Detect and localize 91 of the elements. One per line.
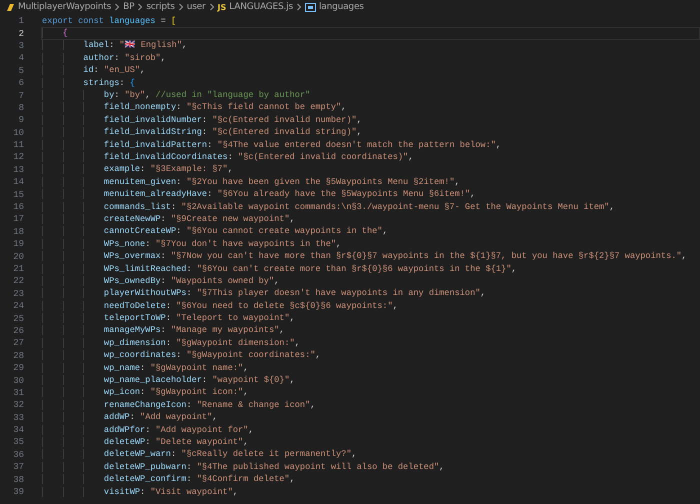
- line-number: 4: [18, 53, 24, 64]
- code-line: wp_dimension: "§gWaypoint dimension:",: [41, 336, 700, 350]
- line-number: 11: [12, 140, 24, 150]
- line-number: 35: [12, 437, 24, 448]
- file-type-label: JS: [218, 2, 226, 12]
- line-number: 7: [18, 90, 24, 101]
- line-number: 31: [12, 388, 24, 398]
- code-line: createNewWP: "§9Create new waypoint",: [41, 212, 700, 226]
- code-line: menuitem_alreadyHave: "§6You already have the §5Waypoints Menu §6item!",: [41, 188, 700, 202]
- line-number: 34: [12, 425, 24, 436]
- code-line: WPs_overmax: "§7Now you can't have more than §r${0}§7 waypoints in the ${1}§7, but you have §r${2}§7 waypoints.",: [41, 250, 700, 264]
- code-line: WPs_ownedBy: "Waypoints owned by",: [41, 274, 700, 288]
- line-number: 5: [18, 66, 24, 76]
- line-number: 36: [12, 450, 24, 460]
- breadcrumb-item[interactable]: BP: [123, 2, 134, 12]
- code-line: example: "§3Example: §7",: [41, 163, 700, 176]
- code-line: export const languages = [: [41, 14, 178, 28]
- code-line: renameChangeIcon: "Rename & change icon",: [41, 398, 700, 412]
- chevron-right-icon: [137, 3, 144, 11]
- folder-icon: [6, 2, 15, 12]
- breadcrumb-item[interactable]: LANGUAGES.js: [229, 2, 293, 12]
- line-number: 32: [12, 400, 24, 410]
- variable-icon: [304, 2, 316, 12]
- line-number: 26: [12, 326, 24, 336]
- code-line: manageMyWPs: "Manage my waypoints",: [41, 324, 700, 338]
- code-line: wp_name: "§gWaypoint name:",: [41, 362, 700, 375]
- code-line: addWPfor: "Add waypoint for",: [41, 424, 700, 437]
- line-number: 1: [18, 16, 24, 26]
- line-number: 8: [18, 102, 24, 113]
- code-line: wp_name_placeholder: "waypoint ${0}",: [41, 374, 700, 388]
- line-number: 22: [12, 276, 24, 286]
- chevron-right-icon: [296, 3, 302, 11]
- code-line: field_nonempty: "§cThis field cannot be empty",: [41, 101, 700, 114]
- line-number: 29: [12, 363, 24, 374]
- line-number: 14: [12, 177, 24, 188]
- chevron-right-icon: [208, 3, 215, 11]
- line-number: 24: [12, 301, 24, 312]
- code-line: strings: {: [41, 76, 700, 90]
- breadcrumb-item[interactable]: scripts: [146, 2, 175, 12]
- code-line: playerWithoutWPs: "§7This player doesn't have waypoints in any dimension",: [41, 287, 700, 300]
- breadcrumb-item[interactable]: user: [186, 2, 206, 12]
- code-line: wp_icon: "§gWaypoint icon:",: [41, 386, 700, 400]
- code-line: deleteWP_confirm: "§4Confirm delete",: [41, 473, 700, 486]
- chevron-right-icon: [178, 3, 184, 11]
- code-line: WPs_none: "§7You don't have waypoints in the",: [41, 238, 700, 251]
- code-line: field_invalidPattern: "§4The value entered doesn't match the pattern below:",: [41, 138, 700, 152]
- code-line: deleteWP_pubwarn: "§4The published waypoint will also be deleted",: [41, 460, 700, 474]
- line-number: 17: [12, 214, 24, 224]
- line-number: 9: [18, 115, 24, 126]
- line-number: 38: [12, 474, 24, 485]
- line-number: 21: [12, 264, 24, 274]
- line-number: 10: [12, 128, 24, 138]
- line-number: 30: [12, 376, 24, 386]
- line-number: 37: [12, 462, 24, 472]
- chevron-right-icon: [114, 3, 120, 11]
- line-number: 33: [12, 412, 24, 423]
- code-line: teleportToWP: "Teleport to waypoint",: [41, 312, 700, 326]
- code-line: label: "🇬🇧 English",: [41, 39, 700, 52]
- code-line: WPs_limitReached: "§6You can't create more than §r${0}§6 waypoints in the ${1}",: [41, 262, 700, 276]
- line-number: 16: [12, 202, 24, 212]
- code-line: visitWP: "Visit waypoint",: [41, 486, 700, 499]
- code-line: wp_coordinates: "§gWaypoint coordinates:",: [41, 349, 700, 362]
- breadcrumb-item[interactable]: MultiplayerWaypoints: [18, 2, 112, 12]
- line-number: 27: [12, 338, 24, 348]
- line-number: 3: [18, 40, 24, 51]
- line-number: 25: [12, 314, 24, 324]
- code-line: by: "by", //used in "language by author": [41, 89, 700, 102]
- line-number: 20: [12, 252, 24, 262]
- code-line: needToDelete: "§6You need to delete §c${0}§6 waypoints:",: [41, 300, 700, 313]
- line-number: 13: [12, 164, 24, 175]
- code-line: field_invalidString: "§c(Entered invalid string)",: [41, 126, 700, 140]
- line-number: 28: [12, 350, 24, 361]
- code-line: deleteWP_warn: "§cReally delete it permanently?",: [41, 448, 700, 462]
- breadcrumb-item[interactable]: languages: [318, 2, 364, 12]
- line-number: 6: [18, 78, 24, 88]
- code-line: cannotCreateWP: "§6You cannot create waypoints in the",: [41, 225, 700, 238]
- code-line: field_invalidNumber: "§c(Entered invalid number)",: [41, 114, 700, 127]
- line-number: 18: [12, 226, 24, 237]
- code-line: field_invalidCoordinates: "§c(Entered invalid coordinates)",: [41, 151, 700, 164]
- code-line: menuitem_given: "§2You have been given the §5Waypoints Menu §2item!",: [41, 176, 700, 189]
- line-number: 12: [12, 152, 24, 162]
- code-line: commands_list: "§2Available waypoint commands:\n§3./waypoint-menu §7- Get the Waypoints Menu item",: [41, 200, 700, 214]
- code-line: addWP: "Add waypoint",: [41, 411, 700, 424]
- line-number: 2: [18, 28, 24, 39]
- line-number: 39: [12, 487, 24, 498]
- line-number: 23: [12, 288, 24, 299]
- code-line: deleteWP: "Delete waypoint",: [41, 436, 700, 449]
- line-number: 19: [12, 239, 24, 250]
- code-line: author: "sirob",: [41, 52, 700, 65]
- line-number: 15: [12, 190, 24, 200]
- code-line: id: "en_US",: [41, 64, 700, 78]
